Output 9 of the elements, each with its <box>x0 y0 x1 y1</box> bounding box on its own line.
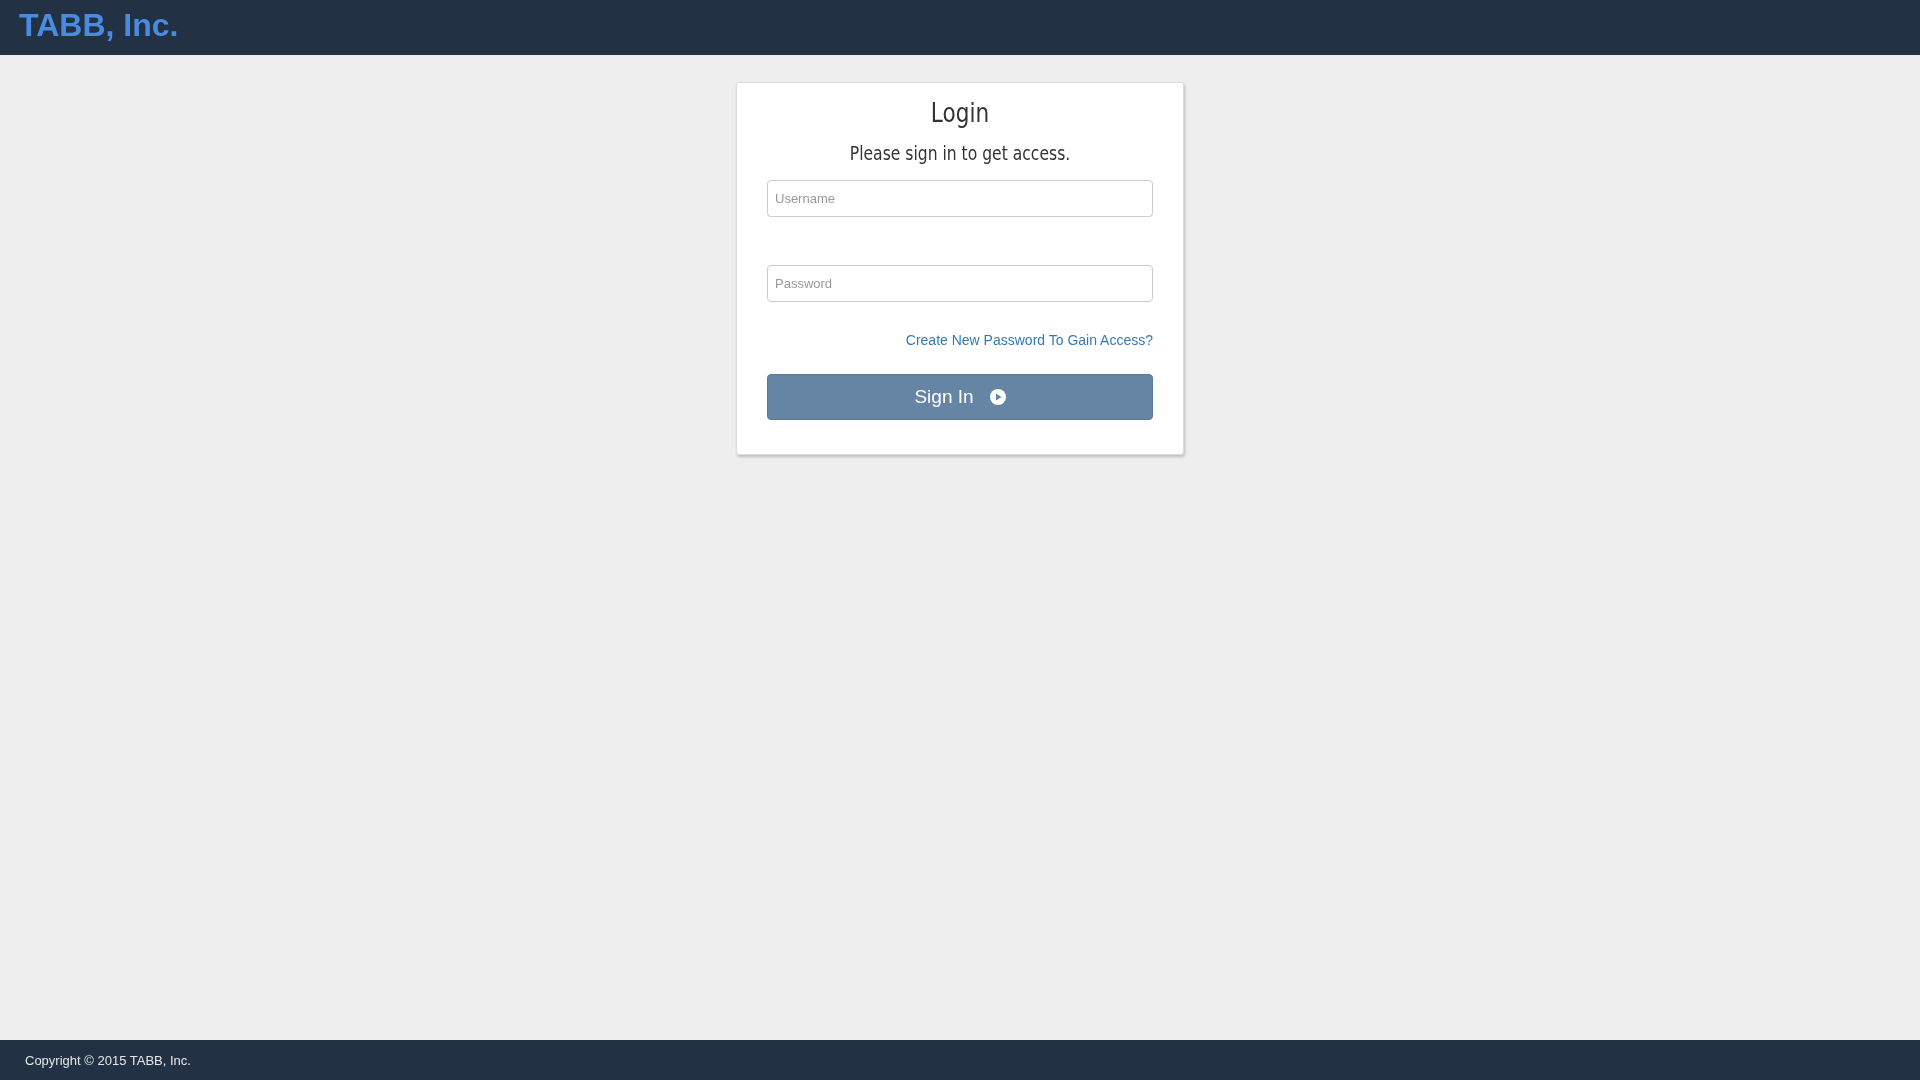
input-field[interactable]: Username <box>767 180 1153 217</box>
play-icon <box>989 389 1006 405</box>
login-subtitle: Please sign in to get access. <box>848 142 1072 164</box>
copyright-text: Copyright © 2015 TABB, Inc. <box>25 1052 191 1068</box>
logo[interactable]: TABB, Inc. <box>19 7 179 44</box>
sign-in-button[interactable]: Sign In <box>767 374 1153 420</box>
create-password-link[interactable]: Create New Password To Gain Access? <box>905 332 1153 348</box>
login-title: Login <box>929 97 991 128</box>
input-field[interactable]: Password <box>767 265 1153 302</box>
